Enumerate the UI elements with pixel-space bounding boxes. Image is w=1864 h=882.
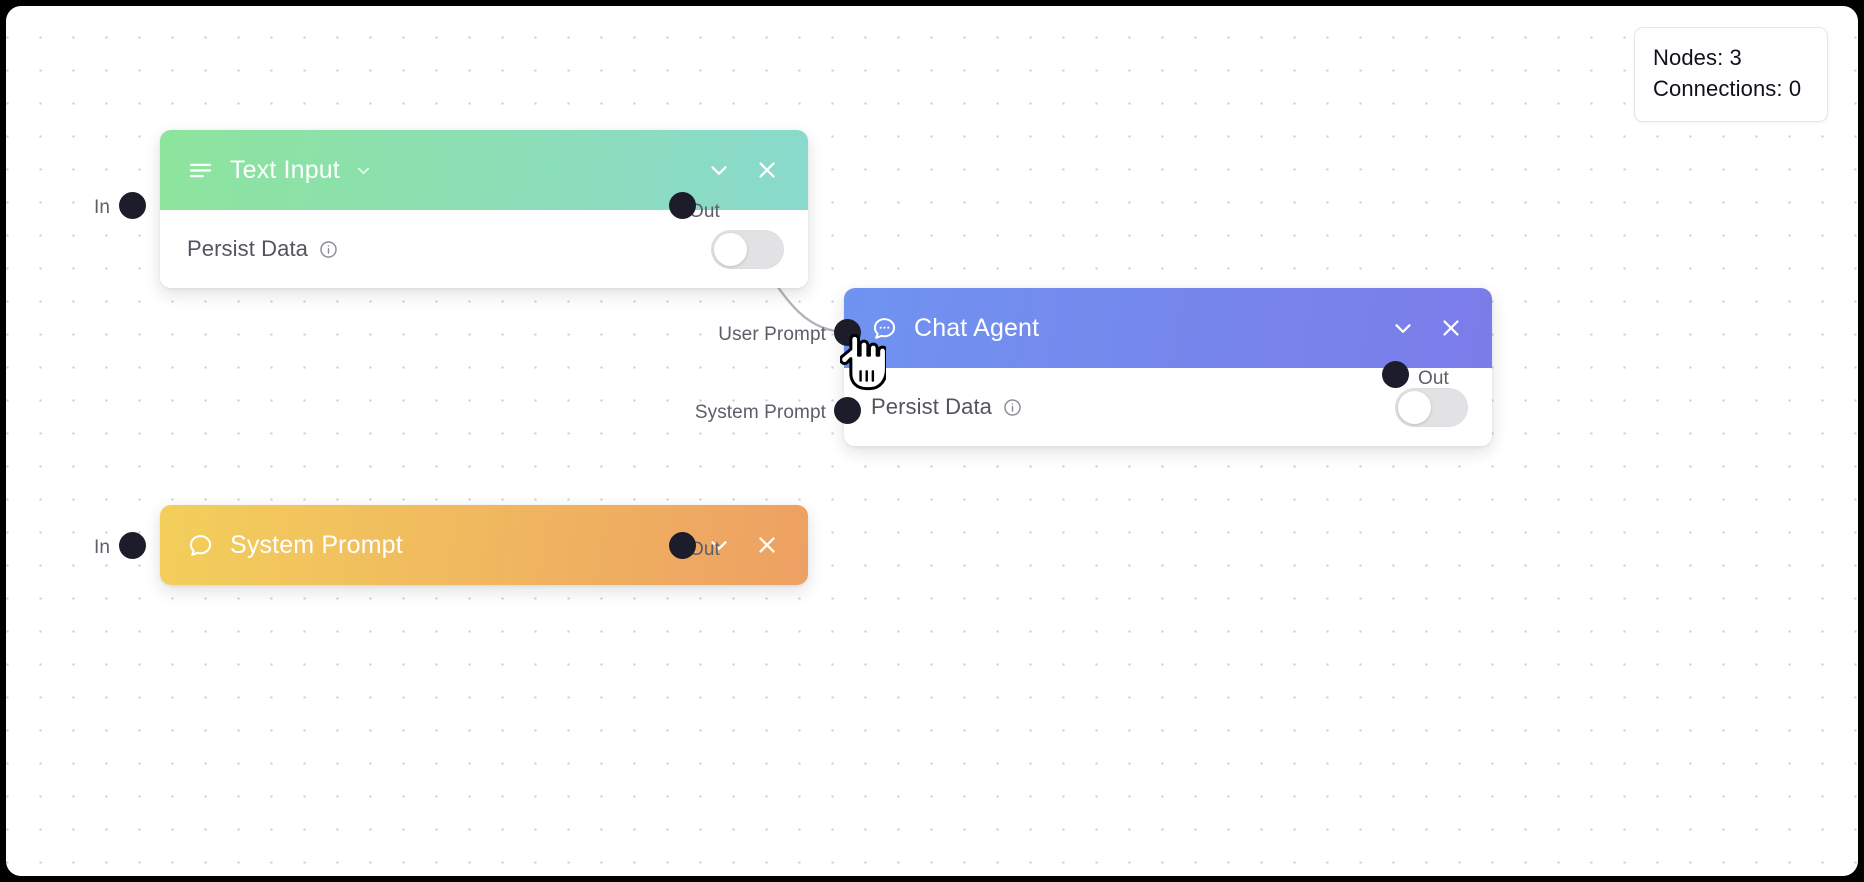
persist-data-label-chat-agent: Persist Data <box>871 394 993 419</box>
app-stage: Nodes: 3 Connections: 0 Text Input Persi… <box>0 0 1864 882</box>
text-lines-icon <box>187 157 214 184</box>
close-button-text-input[interactable] <box>750 153 784 187</box>
node-title-system-prompt: System Prompt <box>230 530 403 559</box>
collapse-button-chat-agent[interactable] <box>1386 311 1420 345</box>
port-in-text-input[interactable] <box>119 192 146 219</box>
node-header-chat-agent[interactable]: Chat Agent <box>844 288 1492 368</box>
info-icon[interactable] <box>1003 398 1022 417</box>
node-title-chat-agent: Chat Agent <box>914 313 1040 342</box>
info-icon[interactable] <box>319 240 338 259</box>
port-out-system-prompt[interactable] <box>669 532 696 559</box>
port-user-prompt-chat-agent[interactable] <box>834 319 861 346</box>
toggle-knob <box>1398 390 1431 424</box>
nodes-count: Nodes: 3 <box>1653 45 1742 70</box>
persist-data-toggle-chat-agent[interactable] <box>1395 387 1468 427</box>
node-graph-canvas[interactable]: Nodes: 3 Connections: 0 Text Input Persi… <box>6 6 1858 876</box>
port-label-system-prompt: System Prompt <box>694 402 826 423</box>
port-out-text-input[interactable] <box>669 192 696 219</box>
port-system-prompt-chat-agent[interactable] <box>834 397 861 424</box>
port-out-chat-agent[interactable] <box>1382 361 1409 388</box>
toggle-knob <box>714 232 747 266</box>
graph-stats-panel: Nodes: 3 Connections: 0 <box>1634 27 1828 122</box>
connections-count: Connections: 0 <box>1653 76 1802 101</box>
persist-data-toggle-text-input[interactable] <box>711 229 784 269</box>
port-label-in-system-prompt: In <box>93 537 110 558</box>
port-label-in-text-input: In <box>93 197 110 218</box>
node-header-text-input[interactable]: Text Input <box>160 130 808 210</box>
speech-bubble-icon <box>187 532 214 559</box>
node-type-chevron-down-icon[interactable] <box>354 161 373 180</box>
close-button-system-prompt[interactable] <box>750 528 784 562</box>
port-label-user-prompt: User Prompt <box>718 324 826 345</box>
close-button-chat-agent[interactable] <box>1434 311 1468 345</box>
node-title-text-input: Text Input <box>230 155 340 184</box>
port-label-out-chat-agent: Out <box>1418 368 1449 389</box>
persist-data-label-text-input: Persist Data <box>187 236 309 261</box>
collapse-button-text-input[interactable] <box>702 153 736 187</box>
port-in-system-prompt[interactable] <box>119 532 146 559</box>
message-dots-icon <box>871 315 898 342</box>
